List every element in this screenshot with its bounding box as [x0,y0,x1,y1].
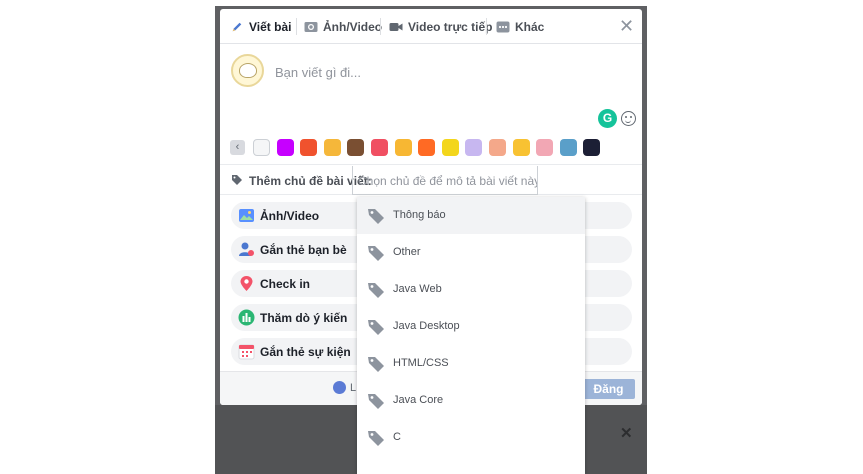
tag-icon [368,357,384,372]
photo-icon [239,209,254,222]
background-close-icon[interactable]: ✕ [620,424,633,442]
tab-photo-video[interactable]: Ảnh/Video [304,18,382,36]
topic-row: Thêm chủ đề bài viết: Chọn chủ đề để mô … [220,166,642,195]
topic-option[interactable]: Java Core [357,382,585,419]
tab-label: Viết bài [249,20,292,34]
action-label: Gắn thẻ bạn bè [260,243,347,257]
action-label: Check in [260,277,311,291]
topic-dropdown: Thông báo Other Java Web Java Desktop HTML/C… [357,197,585,474]
color-swatch[interactable] [347,139,365,156]
poll-icon [238,309,255,326]
color-swatch[interactable] [394,139,412,156]
location-pin-icon [240,276,253,291]
grammarly-icon[interactable]: G [598,109,617,128]
tag-icon [368,283,384,298]
topic-option[interactable]: Other [357,234,585,271]
topic-option[interactable]: Java Desktop [357,308,585,345]
video-camera-icon [389,23,403,31]
pencil-icon [232,22,242,32]
color-swatch[interactable] [441,139,459,156]
close-icon[interactable]: ✕ [619,17,634,35]
composer-area[interactable]: Bạn viết gì đi... G [220,45,642,135]
tab-label: Khác [515,20,545,34]
topic-option-label: Java Core [393,394,444,406]
color-swatch[interactable] [559,139,577,156]
composer-tabs: Viết bài Ảnh/Video Video trực tiếp Khác … [220,9,642,44]
tag-icon [368,209,384,224]
tab-more[interactable]: Khác [496,18,544,36]
tab-divider [380,18,381,35]
calendar-icon [238,344,255,360]
topic-option-label: Java Desktop [393,320,460,332]
tag-icon [368,320,384,335]
avatar-illustration [239,63,257,78]
tab-live-video[interactable]: Video trực tiếp [389,18,493,36]
topic-option-label: Thông báo [393,209,446,221]
action-label: Gắn thẻ sự kiện [260,345,351,359]
topic-option-label: Java Web [393,283,442,295]
privacy-selector[interactable]: L [333,381,356,394]
background-color-picker: ‹ [220,135,642,165]
topic-option[interactable]: Java Web [357,271,585,308]
screen: ✕ Viết bài Ảnh/Video Video trực tiếp Khá… [0,0,863,474]
action-label: Thăm dò ý kiến [260,311,348,325]
post-button[interactable]: Đăng [582,379,635,399]
post-text-input[interactable]: Bạn viết gì đi... [275,65,361,80]
topic-option-label: Other [393,246,421,258]
color-swatch[interactable] [489,139,506,156]
topic-option[interactable]: Thông báo [357,197,585,234]
tab-write-post[interactable]: Viết bài [230,18,291,36]
emoji-icon[interactable] [621,111,636,126]
privacy-label: L [350,381,357,394]
tab-label: Ảnh/Video [323,20,383,34]
tag-friend-icon [239,242,254,256]
color-swatch[interactable] [512,139,530,156]
color-swatch[interactable] [323,139,341,156]
topic-option[interactable]: C [357,419,585,456]
color-swatch[interactable] [253,139,270,156]
action-label: Ảnh/Video [260,209,320,223]
tag-icon [368,246,384,261]
tab-divider [296,18,297,35]
topic-option-label: C [393,431,401,443]
camera-icon [304,22,318,32]
color-swatch[interactable] [371,139,388,156]
color-swatch[interactable] [583,139,601,156]
color-swatch[interactable] [300,139,318,156]
tag-icon [232,175,242,185]
color-swatch[interactable] [276,139,294,156]
color-swatch[interactable] [536,139,554,156]
friends-icon [333,381,346,394]
color-swatch[interactable] [465,139,483,156]
tag-icon [368,431,384,446]
more-dots-icon [496,21,510,33]
topic-option-label: HTML/CSS [393,357,449,369]
chevron-left-icon[interactable]: ‹ [230,140,245,155]
topic-input[interactable]: Chọn chủ đề để mô tả bài viết này. [352,166,538,195]
avatar [231,54,264,87]
tag-icon [368,394,384,409]
tab-label: Video trực tiếp [408,20,493,34]
tab-divider [486,18,487,35]
color-swatch[interactable] [418,139,436,156]
topic-option[interactable]: HTML/CSS [357,345,585,382]
